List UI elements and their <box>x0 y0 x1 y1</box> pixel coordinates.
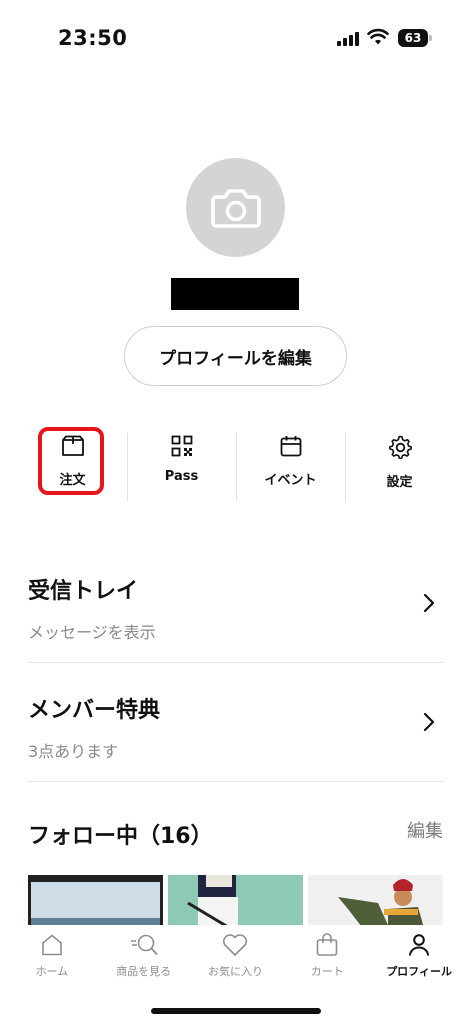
avatar[interactable] <box>186 158 285 257</box>
search-icon <box>130 934 158 956</box>
signal-icon <box>337 31 359 46</box>
bag-icon <box>316 933 338 956</box>
inbox-title: 受信トレイ <box>28 579 139 604</box>
tab-home[interactable]: ホーム <box>6 925 98 1024</box>
chevron-right-icon <box>423 593 435 613</box>
events-label: イベント <box>264 473 317 488</box>
pass-label: Pass <box>164 469 199 484</box>
pass-button[interactable]: Pass <box>127 425 236 503</box>
settings-label: 設定 <box>386 475 413 490</box>
status-bar: 23:50 63 <box>0 0 471 78</box>
battery-icon: 63 <box>398 29 432 47</box>
following-title: フォロー中（16） <box>28 824 213 849</box>
member-benefits-title: メンバー特典 <box>28 698 161 723</box>
following-thumbnail[interactable] <box>28 875 163 927</box>
home-indicator <box>151 1008 321 1014</box>
following-thumbnails <box>28 875 471 927</box>
camera-icon <box>210 188 261 228</box>
events-button[interactable]: イベント <box>236 425 345 503</box>
inbox-row[interactable]: 受信トレイ メッセージを表示 <box>28 545 443 663</box>
qr-code-icon <box>171 435 192 457</box>
status-time: 23:50 <box>58 26 128 50</box>
member-benefits-row[interactable]: メンバー特典 3点あります <box>28 664 443 782</box>
tab-profile[interactable]: プロフィール <box>373 925 465 1024</box>
tab-cart-label: カート <box>310 965 344 978</box>
calendar-icon <box>280 436 301 457</box>
inbox-subtitle: メッセージを表示 <box>28 623 156 642</box>
person-photo <box>187 875 238 927</box>
home-icon <box>42 934 62 956</box>
tab-profile-label: プロフィール <box>386 965 452 978</box>
person-icon <box>409 934 430 956</box>
orders-label: 注文 <box>59 473 86 488</box>
tab-home-label: ホーム <box>35 965 69 978</box>
tab-favorites-label: お気に入り <box>207 965 263 978</box>
person-photo <box>338 879 424 927</box>
gear-icon <box>388 435 412 459</box>
following-thumbnail[interactable] <box>168 875 303 927</box>
box-icon <box>61 435 84 456</box>
member-benefits-subtitle: 3点あります <box>28 742 119 761</box>
tab-shop-label: 商品を見る <box>116 965 172 978</box>
redacted-username <box>171 278 299 310</box>
following-thumbnail[interactable] <box>308 875 443 927</box>
wifi-icon <box>367 28 389 45</box>
heart-icon <box>223 934 248 956</box>
quick-actions: 注文 Pass イベント 設定 <box>18 425 454 503</box>
following-edit-link[interactable]: 編集 <box>407 817 443 843</box>
settings-button[interactable]: 設定 <box>345 425 454 503</box>
chevron-right-icon <box>423 712 435 732</box>
edit-profile-button[interactable]: プロフィールを編集 <box>124 326 347 386</box>
orders-button[interactable]: 注文 <box>18 425 127 503</box>
